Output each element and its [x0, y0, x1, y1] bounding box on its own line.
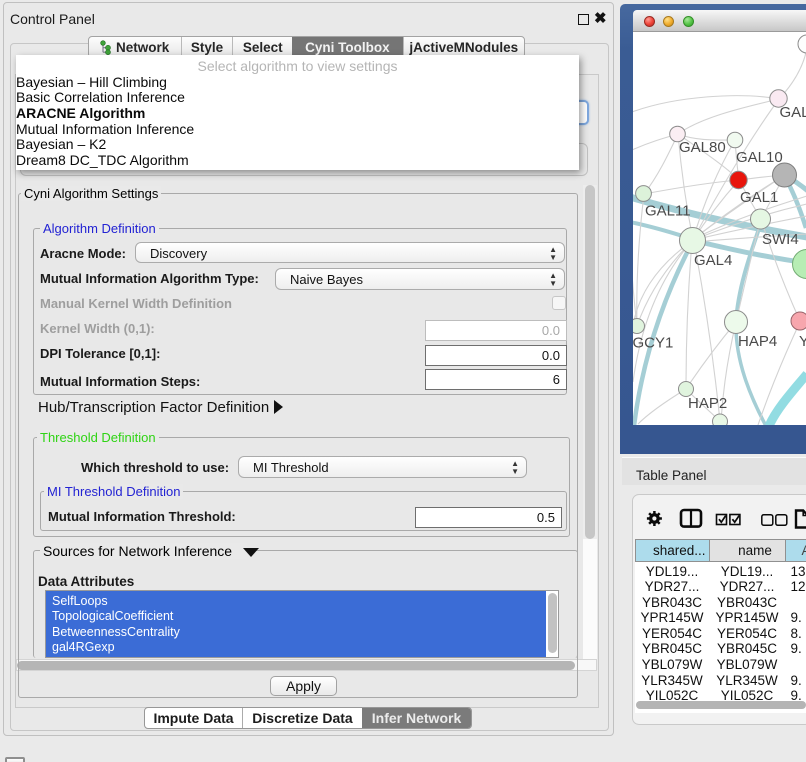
svg-text:GAL1: GAL1 [740, 189, 778, 206]
svg-text:GAL: GAL [780, 104, 806, 121]
svg-text:Y: Y [799, 333, 806, 350]
svg-text:HAP2: HAP2 [688, 395, 727, 412]
svg-text:HAP4: HAP4 [738, 333, 777, 350]
svg-text:SWI4: SWI4 [762, 231, 799, 248]
svg-text:GAL80: GAL80 [679, 139, 726, 156]
svg-text:GAL11: GAL11 [645, 203, 691, 220]
svg-text:GCY1: GCY1 [633, 335, 673, 352]
svg-text:GAL10: GAL10 [736, 149, 783, 166]
svg-text:GAL4: GAL4 [694, 252, 732, 269]
